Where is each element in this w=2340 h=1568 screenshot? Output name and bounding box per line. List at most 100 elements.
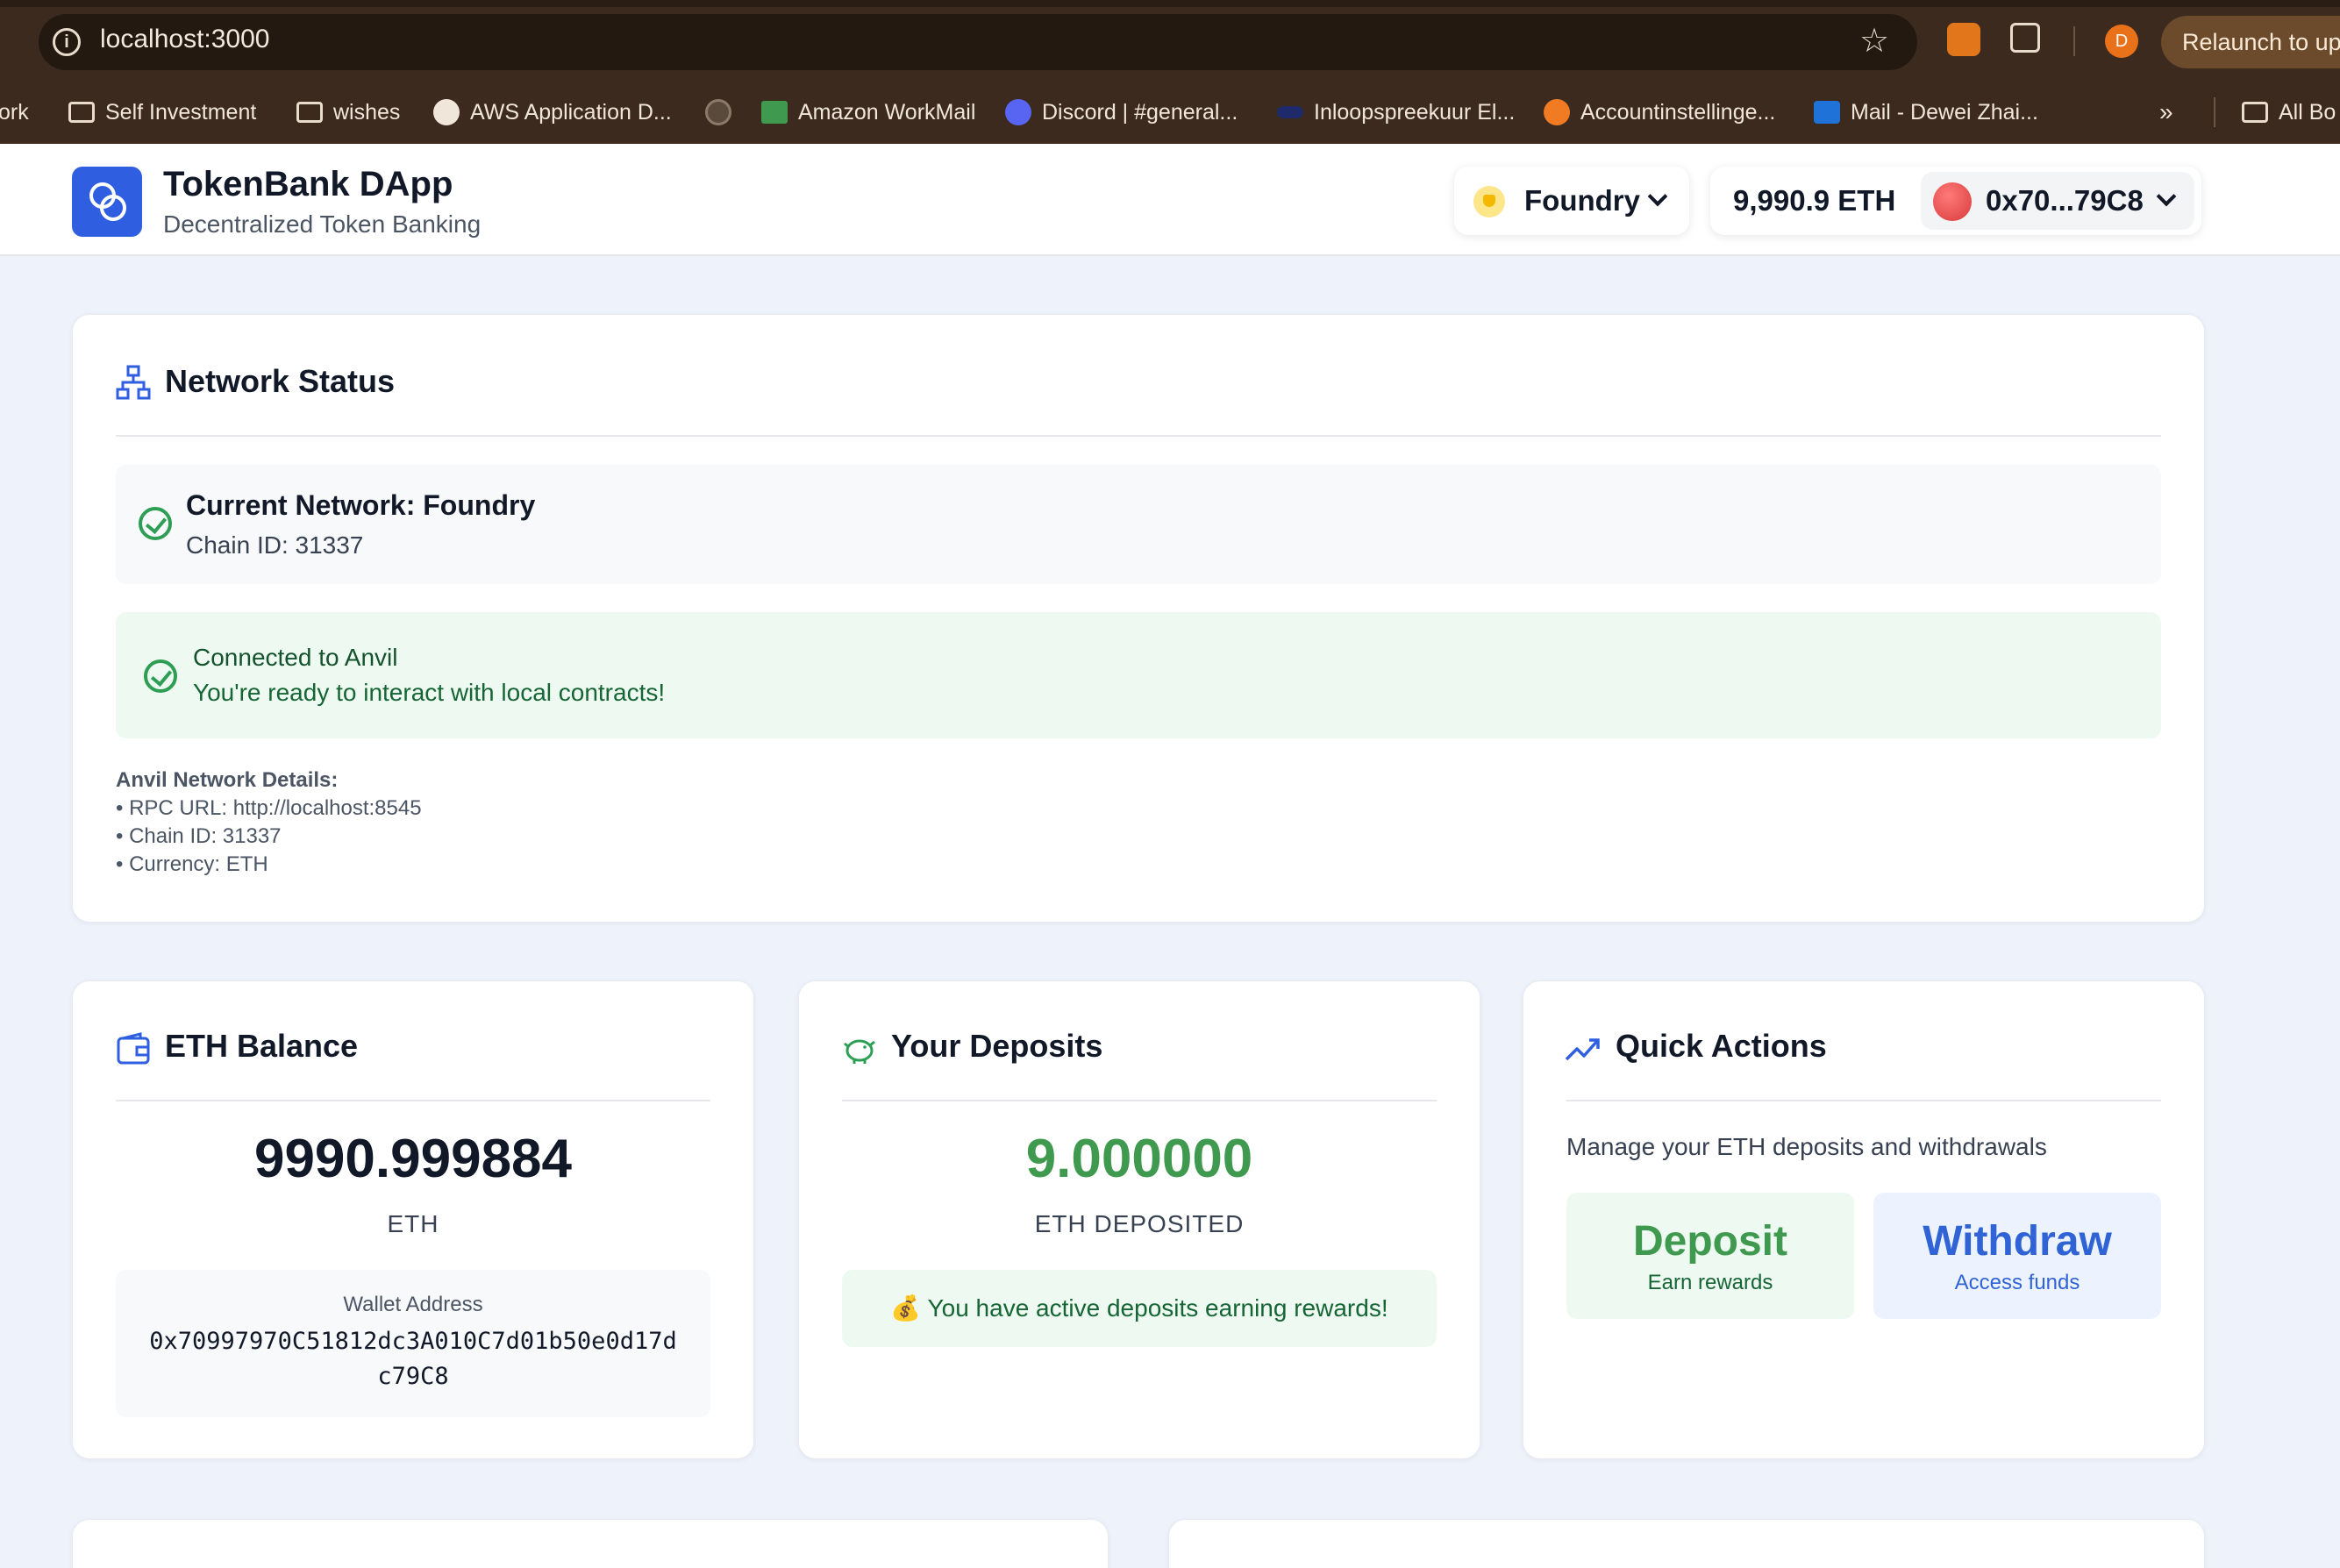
detail-chain-id: • Chain ID: 31337 xyxy=(116,824,282,848)
eth-balance-title: ETH Balance xyxy=(165,1028,359,1064)
address-bar[interactable] xyxy=(39,14,1917,70)
account-icon xyxy=(1544,99,1570,125)
bookmark-label: Mail - Dewei Zhai... xyxy=(1851,99,2038,125)
network-name: Foundry xyxy=(1524,184,1640,217)
bookmark-label: Accountinstellinge... xyxy=(1580,99,1776,125)
anvil-network-details: Anvil Network Details: • RPC URL: http:/… xyxy=(116,766,422,879)
connected-alert: Connected to Anvil You're ready to inter… xyxy=(116,612,2161,738)
network-selector-button[interactable]: Foundry xyxy=(1454,167,1689,235)
folder-icon xyxy=(296,102,323,123)
bookmark-label: Self Investment xyxy=(105,99,257,125)
profile-avatar[interactable]: D xyxy=(2105,25,2138,58)
detail-currency: • Currency: ETH xyxy=(116,852,268,876)
deposits-unit: ETH DEPOSITED xyxy=(1034,1210,1245,1237)
section-divider xyxy=(842,1100,1437,1101)
bookmark-github[interactable] xyxy=(705,96,731,128)
all-bookmarks[interactable]: All Bo xyxy=(2242,96,2336,128)
withdraw-label: Withdraw xyxy=(1923,1218,2112,1265)
foundry-network-icon xyxy=(1473,186,1505,217)
check-circle-icon xyxy=(139,507,172,540)
bookmark-label: ork xyxy=(0,99,29,125)
network-status-title: Network Status xyxy=(165,363,396,399)
browser-chrome: i localhost:3000 ☆ D Relaunch to up ork … xyxy=(0,0,2340,144)
deposit-sublabel: Earn rewards xyxy=(1647,1271,1773,1294)
more-bookmarks-chevron-icon[interactable]: » xyxy=(2159,96,2173,128)
bookmark-label: Inloopspreekuur El... xyxy=(1314,99,1516,125)
outlook-icon xyxy=(1814,101,1840,124)
folder-icon xyxy=(68,102,95,123)
eth-balance-unit: ETH xyxy=(387,1210,439,1237)
account-address-pill[interactable]: 0x70...79C8 xyxy=(1921,172,2194,230)
quick-actions-title: Quick Actions xyxy=(1616,1028,1827,1064)
bookmark-label: wishes xyxy=(333,99,401,125)
network-icon xyxy=(116,365,151,400)
connected-title: Connected to Anvil xyxy=(193,644,398,671)
tab-strip xyxy=(0,0,2340,7)
bookmark-divider xyxy=(2214,96,2224,128)
bookmark-label: Amazon WorkMail xyxy=(798,99,976,125)
deposits-value: 9.000000 xyxy=(1025,1129,1253,1189)
chevron-down-icon xyxy=(2156,186,2177,207)
bookmark-workmail[interactable]: Amazon WorkMail xyxy=(761,96,975,128)
piggy-bank-icon xyxy=(844,1039,875,1064)
bookmark-self-investment[interactable]: Self Investment xyxy=(68,96,256,128)
toolbar-divider xyxy=(2073,26,2075,56)
header-eth-balance: 9,990.9 ETH xyxy=(1733,184,1896,217)
bookmark-star-icon[interactable]: ☆ xyxy=(1859,21,1889,61)
lower-right-card xyxy=(1168,1519,2205,1568)
url-text[interactable]: localhost:3000 xyxy=(100,25,269,54)
bookmark-work[interactable]: ork xyxy=(0,96,29,128)
bookmark-aws[interactable]: AWS Application D... xyxy=(433,96,672,128)
connected-message: You're ready to interact with local cont… xyxy=(193,679,666,706)
bookmark-label: Discord | #general... xyxy=(1042,99,1238,125)
account-avatar xyxy=(1933,182,1972,221)
wallet-icon xyxy=(117,1032,150,1065)
section-divider xyxy=(116,1100,710,1101)
deposit-button[interactable]: Deposit Earn rewards xyxy=(1566,1193,1854,1319)
withdraw-button[interactable]: Withdraw Access funds xyxy=(1873,1193,2161,1319)
github-icon xyxy=(705,99,731,125)
app-title: TokenBank DApp xyxy=(163,165,453,203)
eth-balance-value: 9990.999884 xyxy=(253,1129,573,1189)
section-divider xyxy=(1566,1100,2161,1101)
info-icon[interactable]: i xyxy=(53,28,81,56)
deposit-label: Deposit xyxy=(1632,1218,1787,1265)
bookmark-inloopspreekuur[interactable]: Inloopspreekuur El... xyxy=(1277,96,1515,128)
trending-up-icon xyxy=(1565,1038,1600,1061)
app-header: TokenBank DApp Decentralized Token Banki… xyxy=(0,144,2340,256)
bookmark-label: All Bo xyxy=(2279,99,2336,125)
quick-actions-description: Manage your ETH deposits and withdrawals xyxy=(1566,1133,2047,1160)
discord-icon xyxy=(1005,99,1031,125)
university-icon xyxy=(1277,106,1303,118)
wallet-address-box: Wallet Address 0x70997970C51812dc3A010C7… xyxy=(116,1270,710,1417)
detail-rpc-url: • RPC URL: http://localhost:8545 xyxy=(116,796,422,820)
lower-left-card xyxy=(72,1519,1109,1568)
workmail-icon xyxy=(761,101,788,124)
current-network-label: Current Network: Foundry xyxy=(186,489,536,521)
wallet-address-line2: c79C8 xyxy=(377,1363,449,1390)
wallet-address-label: Wallet Address xyxy=(343,1293,483,1316)
account-button[interactable]: 9,990.9 ETH 0x70...79C8 xyxy=(1710,167,2201,235)
chevron-down-icon xyxy=(1647,186,1668,207)
metamask-extension-icon[interactable] xyxy=(1947,23,1980,56)
check-circle-icon xyxy=(144,659,177,693)
bookmark-accountinstellingen[interactable]: Accountinstellinge... xyxy=(1544,96,1775,128)
bookmark-discord[interactable]: Discord | #general... xyxy=(1005,96,1238,128)
withdraw-sublabel: Access funds xyxy=(1954,1271,2080,1294)
section-divider xyxy=(116,435,2161,437)
tokenbank-logo-icon xyxy=(72,167,142,237)
deposits-title: Your Deposits xyxy=(891,1028,1103,1064)
relaunch-button[interactable]: Relaunch to up xyxy=(2161,16,2340,68)
bookmark-mail[interactable]: Mail - Dewei Zhai... xyxy=(1814,96,2038,128)
bookmark-wishes[interactable]: wishes xyxy=(296,96,400,128)
details-title: Anvil Network Details: xyxy=(116,768,339,792)
extensions-icon[interactable] xyxy=(2010,23,2040,53)
app-subtitle: Decentralized Token Banking xyxy=(163,210,482,238)
account-address: 0x70...79C8 xyxy=(1986,184,2144,217)
openai-icon xyxy=(433,99,460,125)
rewards-message: 💰 You have active deposits earning rewar… xyxy=(842,1270,1437,1347)
wallet-address-line1: 0x70997970C51812dc3A010C7d01b50e0d17d xyxy=(149,1328,677,1355)
bookmark-label: AWS Application D... xyxy=(470,99,672,125)
current-network-panel: Current Network: Foundry Chain ID: 31337 xyxy=(116,465,2161,584)
chain-id-label: Chain ID: 31337 xyxy=(186,531,364,559)
